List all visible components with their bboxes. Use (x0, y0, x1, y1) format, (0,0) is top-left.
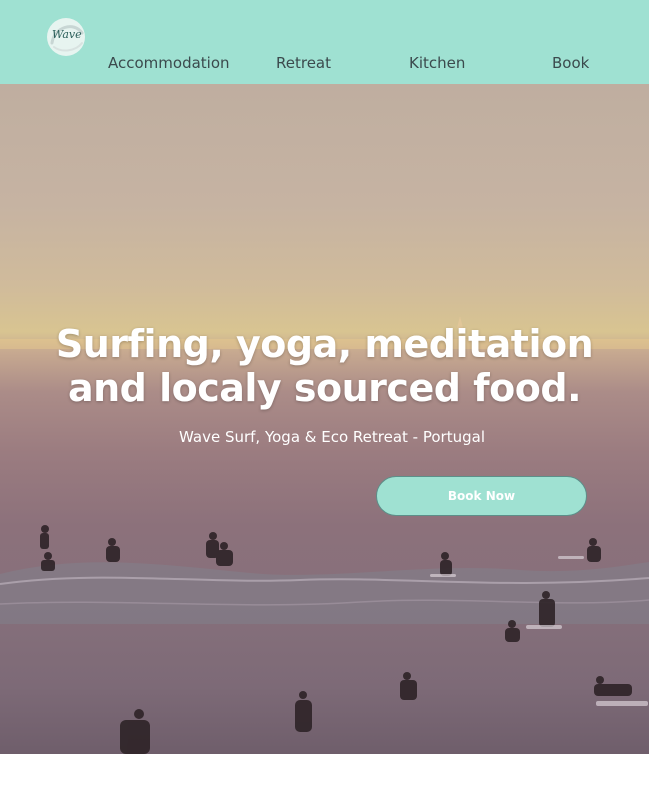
nav-accommodation[interactable]: Accommodation (108, 54, 230, 72)
hero-section: Surfing, yoga, meditation and localy sou… (0, 84, 649, 754)
hero-headline-line1: Surfing, yoga, meditation (55, 322, 594, 366)
nav-book[interactable]: Book (552, 54, 589, 72)
hero-headline: Surfing, yoga, meditation and localy sou… (0, 322, 649, 410)
hero-subtitle: Wave Surf, Yoga & Eco Retreat - Portugal (179, 428, 485, 446)
book-now-button[interactable]: Book Now (376, 476, 587, 516)
nav-kitchen[interactable]: Kitchen (409, 54, 465, 72)
hero-headline-line2: and localy sourced food. (67, 366, 582, 410)
site-header: Wave Accommodation Retreat Kitchen Book (0, 0, 649, 84)
hero-background-image (0, 316, 649, 754)
logo-text: Wave (52, 28, 82, 41)
nav-retreat[interactable]: Retreat (276, 54, 331, 72)
